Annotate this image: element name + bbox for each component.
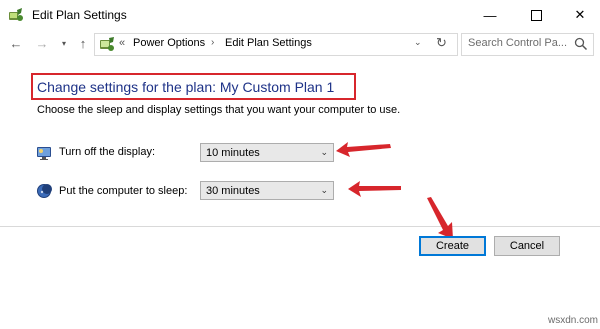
address-dropdown-icon[interactable]: ⌄ <box>414 37 422 48</box>
page-description: Choose the sleep and display settings th… <box>37 104 401 116</box>
refresh-icon[interactable]: ↻ <box>436 35 447 51</box>
breadcrumb-edit-plan-settings[interactable]: Edit Plan Settings <box>225 37 312 49</box>
sleep-timeout-value: 30 minutes <box>206 185 260 197</box>
sleep-timeout-select[interactable]: 30 minutes ⌄ <box>200 181 334 200</box>
maximize-button[interactable] <box>514 0 558 30</box>
minimize-icon: — <box>483 7 497 23</box>
annotation-arrow <box>336 142 391 157</box>
back-arrow-icon: ← <box>9 35 23 51</box>
breadcrumb-power-options[interactable]: Power Options <box>133 37 205 49</box>
back-button[interactable]: ← <box>8 35 24 51</box>
chevron-down-icon: ⌄ <box>320 147 328 157</box>
close-icon: ✕ <box>574 7 586 22</box>
maximize-icon <box>530 9 542 21</box>
title-bar: Edit Plan Settings — ✕ <box>0 0 600 30</box>
window-title: Edit Plan Settings <box>32 8 127 22</box>
page-title: Change settings for the plan: My Custom … <box>37 79 335 95</box>
minimize-button[interactable]: — <box>468 0 512 30</box>
footer-divider <box>0 226 600 227</box>
forward-button[interactable]: → <box>34 35 50 51</box>
create-button[interactable]: Create <box>419 236 486 256</box>
navigation-bar: ← → ▾ ↑ « Power Options › Edit Plan Sett… <box>0 30 600 58</box>
cancel-button[interactable]: Cancel <box>494 236 560 256</box>
chevron-down-icon: ⌄ <box>320 185 328 195</box>
display-timeout-label: Turn off the display: <box>59 146 155 158</box>
search-placeholder: Search Control Pa... <box>468 37 568 49</box>
watermark: wsxdn.com <box>548 315 599 326</box>
search-input[interactable]: Search Control Pa... <box>461 33 594 56</box>
sleep-timeout-label: Put the computer to sleep: <box>59 185 188 197</box>
power-options-icon <box>8 7 24 23</box>
recent-locations-button[interactable]: ▾ <box>58 35 70 51</box>
chevron-down-icon: ▾ <box>61 38 66 48</box>
display-timeout-select[interactable]: 10 minutes ⌄ <box>200 143 334 162</box>
annotation-arrow <box>348 181 401 197</box>
display-timeout-value: 10 minutes <box>206 147 260 159</box>
breadcrumb-separator-icon[interactable]: › <box>211 37 214 48</box>
monitor-icon <box>36 145 52 161</box>
control-panel-icon <box>99 36 115 52</box>
moon-icon <box>36 183 52 199</box>
address-bar[interactable]: « Power Options › Edit Plan Settings ⌄ ↻ <box>94 33 458 56</box>
up-arrow-icon: ↑ <box>79 35 87 51</box>
close-button[interactable]: ✕ <box>558 0 600 30</box>
search-icon <box>574 37 588 51</box>
forward-arrow-icon: → <box>35 35 49 51</box>
address-overflow-icon[interactable]: « <box>119 37 125 49</box>
up-button[interactable]: ↑ <box>76 35 90 51</box>
